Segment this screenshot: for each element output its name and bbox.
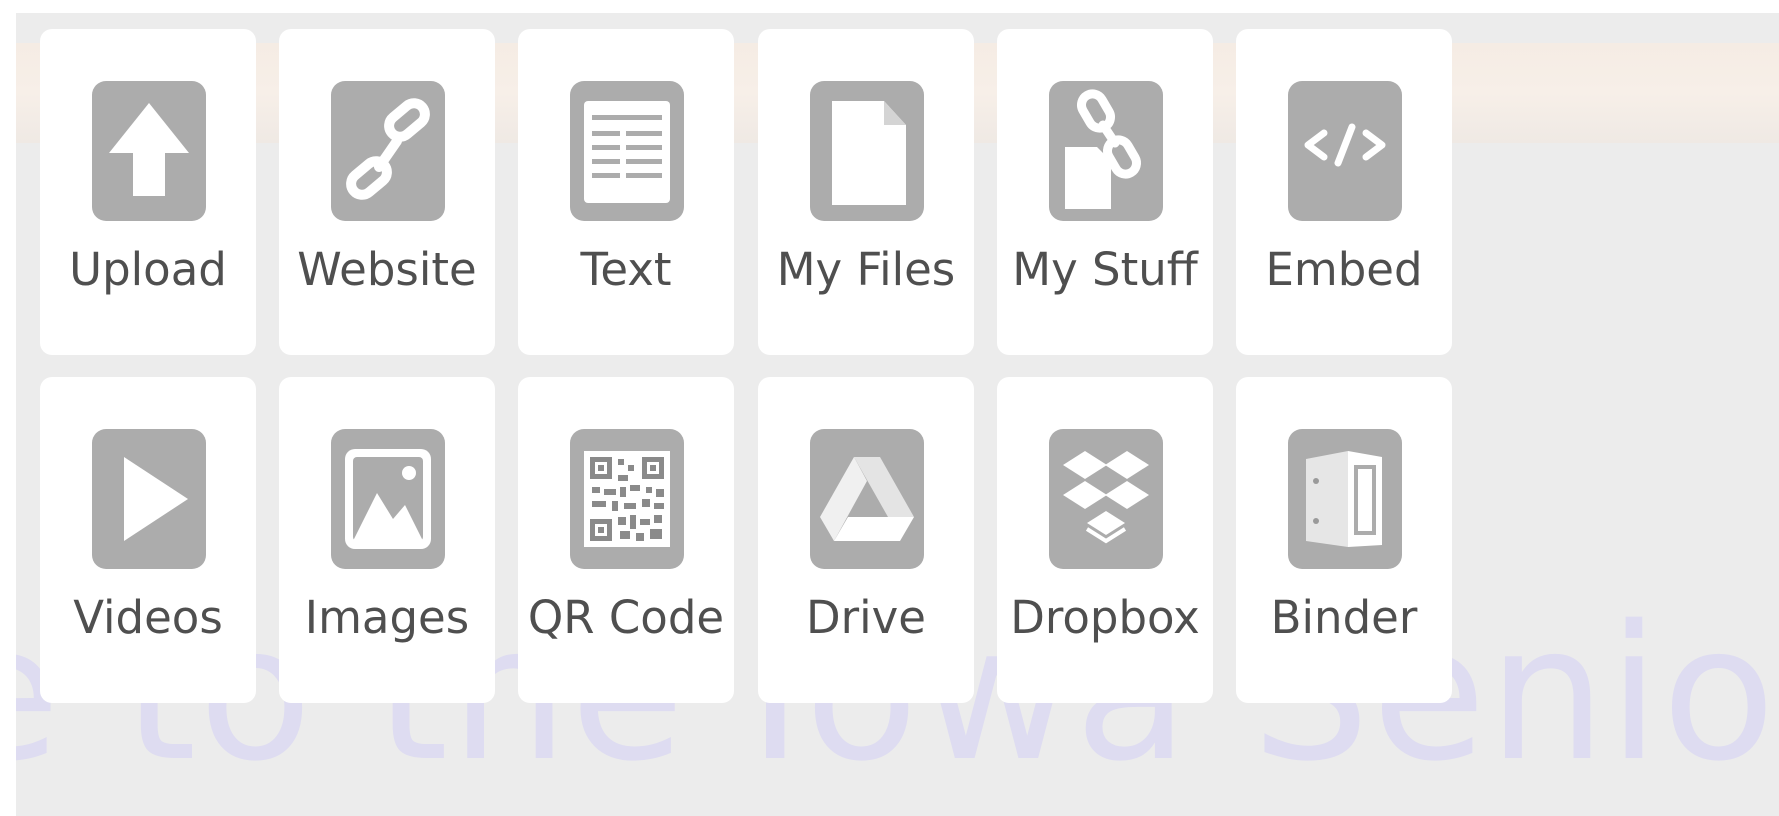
file-link-icon (1049, 81, 1163, 221)
tile-text[interactable]: Text (518, 29, 734, 355)
tile-label: QR Code (527, 591, 725, 644)
tile-label: Drive (806, 591, 926, 644)
code-embed-icon (1288, 81, 1402, 221)
tile-label: Binder (1270, 591, 1418, 644)
text-document-icon (570, 81, 684, 221)
tile-label: Text (580, 243, 672, 296)
tile-images[interactable]: Images (279, 377, 495, 703)
tile-drive[interactable]: Drive (758, 377, 974, 703)
file-icon (810, 81, 924, 221)
upload-arrow-icon (92, 81, 206, 221)
binder-icon (1288, 429, 1402, 569)
tile-label: My Stuff (1012, 243, 1198, 296)
tile-website[interactable]: Website (279, 29, 495, 355)
qr-code-icon (570, 429, 684, 569)
tile-my-files[interactable]: My Files (758, 29, 974, 355)
tile-label: Website (297, 243, 477, 296)
tile-qr-code[interactable]: QR Code (518, 377, 734, 703)
tile-label: Videos (73, 591, 223, 644)
tile-upload[interactable]: Upload (40, 29, 256, 355)
tile-label: Images (304, 591, 470, 644)
play-icon (92, 429, 206, 569)
tile-label: Dropbox (1010, 591, 1200, 644)
tile-label: Embed (1265, 243, 1423, 296)
tile-dropbox[interactable]: Dropbox (997, 377, 1213, 703)
tile-binder[interactable]: Binder (1236, 377, 1452, 703)
tile-my-stuff[interactable]: My Stuff (997, 29, 1213, 355)
tile-embed[interactable]: Embed (1236, 29, 1452, 355)
chain-link-icon (331, 81, 445, 221)
image-icon (331, 429, 445, 569)
tile-label: Upload (69, 243, 227, 296)
tile-videos[interactable]: Videos (40, 377, 256, 703)
attachment-options-panel: e to the Iowa Senior Medica Upload Websi… (16, 13, 1779, 816)
dropbox-icon (1049, 429, 1163, 569)
tile-label: My Files (776, 243, 956, 296)
google-drive-icon (810, 429, 924, 569)
